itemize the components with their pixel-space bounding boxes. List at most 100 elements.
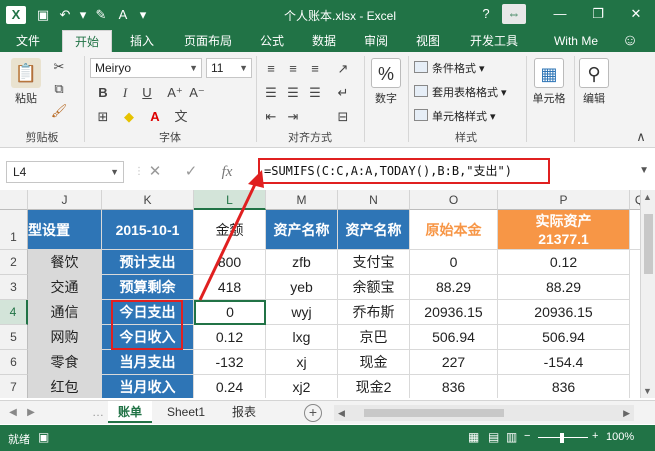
vertical-scrollbar[interactable]: ▲ ▼: [640, 190, 655, 398]
cell-m2[interactable]: zfb: [266, 250, 338, 275]
cell-j2[interactable]: 餐饮: [28, 250, 102, 275]
format-as-table-button[interactable]: 套用表格格式 ▾: [414, 84, 507, 102]
cell-m5[interactable]: lxg: [266, 325, 338, 350]
scroll-thumb[interactable]: [644, 214, 653, 274]
column-header-q[interactable]: Q: [630, 190, 640, 210]
align-left-icon[interactable]: ☰: [262, 84, 280, 102]
customize-qat-icon[interactable]: ▾: [134, 6, 152, 24]
sheet-tab-sheet1[interactable]: Sheet1: [158, 401, 214, 423]
italic-button[interactable]: I: [116, 84, 134, 102]
format-painter-icon[interactable]: 🖌: [50, 102, 68, 120]
align-bottom-icon[interactable]: ≡: [306, 60, 324, 78]
cell-n2[interactable]: 支付宝: [338, 250, 410, 275]
name-box[interactable]: L4 ▼: [6, 161, 124, 183]
restore-button[interactable]: ❐: [586, 4, 610, 24]
formula-input[interactable]: =SUMIFS(C:C,A:A,TODAY(),B:B,"支出"): [258, 158, 550, 184]
ribbon-display-icon[interactable]: ⇔: [502, 4, 526, 24]
cell-p5[interactable]: 506.94: [498, 325, 630, 350]
cell-m7[interactable]: xj2: [266, 375, 338, 398]
cell-l6[interactable]: -132: [194, 350, 266, 375]
copy-icon[interactable]: ⧉: [50, 80, 68, 98]
cell-k1[interactable]: 2015-10-1: [102, 210, 194, 250]
cell-l7[interactable]: 0.24: [194, 375, 266, 398]
cell-j4[interactable]: 通信: [28, 300, 102, 325]
cell-p4[interactable]: 20936.15: [498, 300, 630, 325]
row-header-7[interactable]: 7: [0, 375, 28, 398]
more-sheets-icon[interactable]: …: [88, 401, 108, 423]
font-size-combo[interactable]: 11 ▼: [206, 58, 252, 78]
tab-file[interactable]: 文件: [0, 30, 56, 52]
cell-o2[interactable]: 0: [410, 250, 498, 275]
editing-button[interactable]: ⚲ 编辑: [576, 58, 612, 106]
cell-k7[interactable]: 当月收入: [102, 375, 194, 398]
column-header-o[interactable]: O: [410, 190, 498, 210]
tab-developer[interactable]: 开发工具: [462, 30, 526, 52]
cell-o7[interactable]: 836: [410, 375, 498, 398]
tab-review[interactable]: 审阅: [356, 30, 396, 52]
cell-l4-active[interactable]: 0: [194, 300, 266, 325]
tab-data[interactable]: 数据: [304, 30, 344, 52]
column-header-p[interactable]: P: [498, 190, 630, 210]
sheet-tab-bill[interactable]: 账单: [108, 401, 152, 423]
cell-n1[interactable]: 资产名称: [338, 210, 410, 250]
bold-button[interactable]: B: [94, 84, 112, 102]
tab-home[interactable]: 开始: [62, 30, 112, 52]
cell-o3[interactable]: 88.29: [410, 275, 498, 300]
merge-center-icon[interactable]: ⊟: [334, 108, 352, 126]
font-color-qat-icon[interactable]: A: [114, 6, 132, 24]
paste-button[interactable]: 📋 粘贴: [6, 58, 46, 106]
cell-p3[interactable]: 88.29: [498, 275, 630, 300]
cell-p1[interactable]: 实际资产 21377.1: [498, 210, 630, 250]
select-all-corner[interactable]: [0, 190, 28, 210]
cell-n5[interactable]: 京巴: [338, 325, 410, 350]
close-button[interactable]: ✕: [624, 4, 648, 24]
orientation-icon[interactable]: ↗: [334, 60, 352, 78]
row-header-5[interactable]: 5: [0, 325, 28, 350]
cell-m1[interactable]: 资产名称: [266, 210, 338, 250]
cell-l5[interactable]: 0.12: [194, 325, 266, 350]
save-icon[interactable]: ▣: [34, 6, 52, 24]
column-header-n[interactable]: N: [338, 190, 410, 210]
cell-m4[interactable]: wyj: [266, 300, 338, 325]
page-break-view-icon[interactable]: ▥: [506, 430, 517, 444]
scroll-up-icon[interactable]: ▲: [643, 192, 652, 202]
cell-j1[interactable]: 型设置: [28, 210, 102, 250]
cell-o4[interactable]: 20936.15: [410, 300, 498, 325]
row-header-3[interactable]: 3: [0, 275, 28, 300]
conditional-format-button[interactable]: 条件格式 ▾: [414, 60, 485, 78]
cancel-icon[interactable]: ✕: [144, 162, 166, 182]
cell-p6[interactable]: -154.4: [498, 350, 630, 375]
cell-l1[interactable]: 金额: [194, 210, 266, 250]
wrap-text-icon[interactable]: ↵: [334, 84, 352, 102]
cell-n6[interactable]: 现金: [338, 350, 410, 375]
align-top-icon[interactable]: ≡: [262, 60, 280, 78]
cell-p2[interactable]: 0.12: [498, 250, 630, 275]
tab-view[interactable]: 视图: [408, 30, 448, 52]
column-header-k[interactable]: K: [102, 190, 194, 210]
tab-page-layout[interactable]: 页面布局: [176, 30, 240, 52]
insert-function-icon[interactable]: fx: [216, 162, 238, 182]
sheet-tab-report[interactable]: 报表: [222, 401, 266, 423]
undo-icon[interactable]: ↶: [56, 6, 74, 24]
cell-p7[interactable]: 836: [498, 375, 630, 398]
page-layout-view-icon[interactable]: ▤: [488, 430, 499, 444]
cell-m6[interactable]: xj: [266, 350, 338, 375]
underline-button[interactable]: U: [138, 84, 156, 102]
next-sheet-icon[interactable]: ▶: [24, 405, 38, 421]
font-grow-icon[interactable]: A⁺: [166, 84, 184, 102]
account-name[interactable]: With Me: [548, 30, 604, 52]
cell-n7[interactable]: 现金2: [338, 375, 410, 398]
cell-l2[interactable]: 800: [194, 250, 266, 275]
align-middle-icon[interactable]: ≡: [284, 60, 302, 78]
number-format-button[interactable]: % 数字: [368, 58, 404, 106]
cell-styles-button[interactable]: 单元格样式 ▾: [414, 108, 496, 126]
zoom-slider-thumb[interactable]: [560, 433, 564, 443]
font-shrink-icon[interactable]: A⁻: [188, 84, 206, 102]
tab-formulas[interactable]: 公式: [252, 30, 292, 52]
help-button[interactable]: ?: [474, 4, 498, 24]
column-header-j[interactable]: J: [28, 190, 102, 210]
horizontal-scrollbar[interactable]: ◀ ▶: [334, 405, 634, 421]
cut-icon[interactable]: ✂: [50, 58, 68, 76]
cell-m3[interactable]: yeb: [266, 275, 338, 300]
cell-o6[interactable]: 227: [410, 350, 498, 375]
